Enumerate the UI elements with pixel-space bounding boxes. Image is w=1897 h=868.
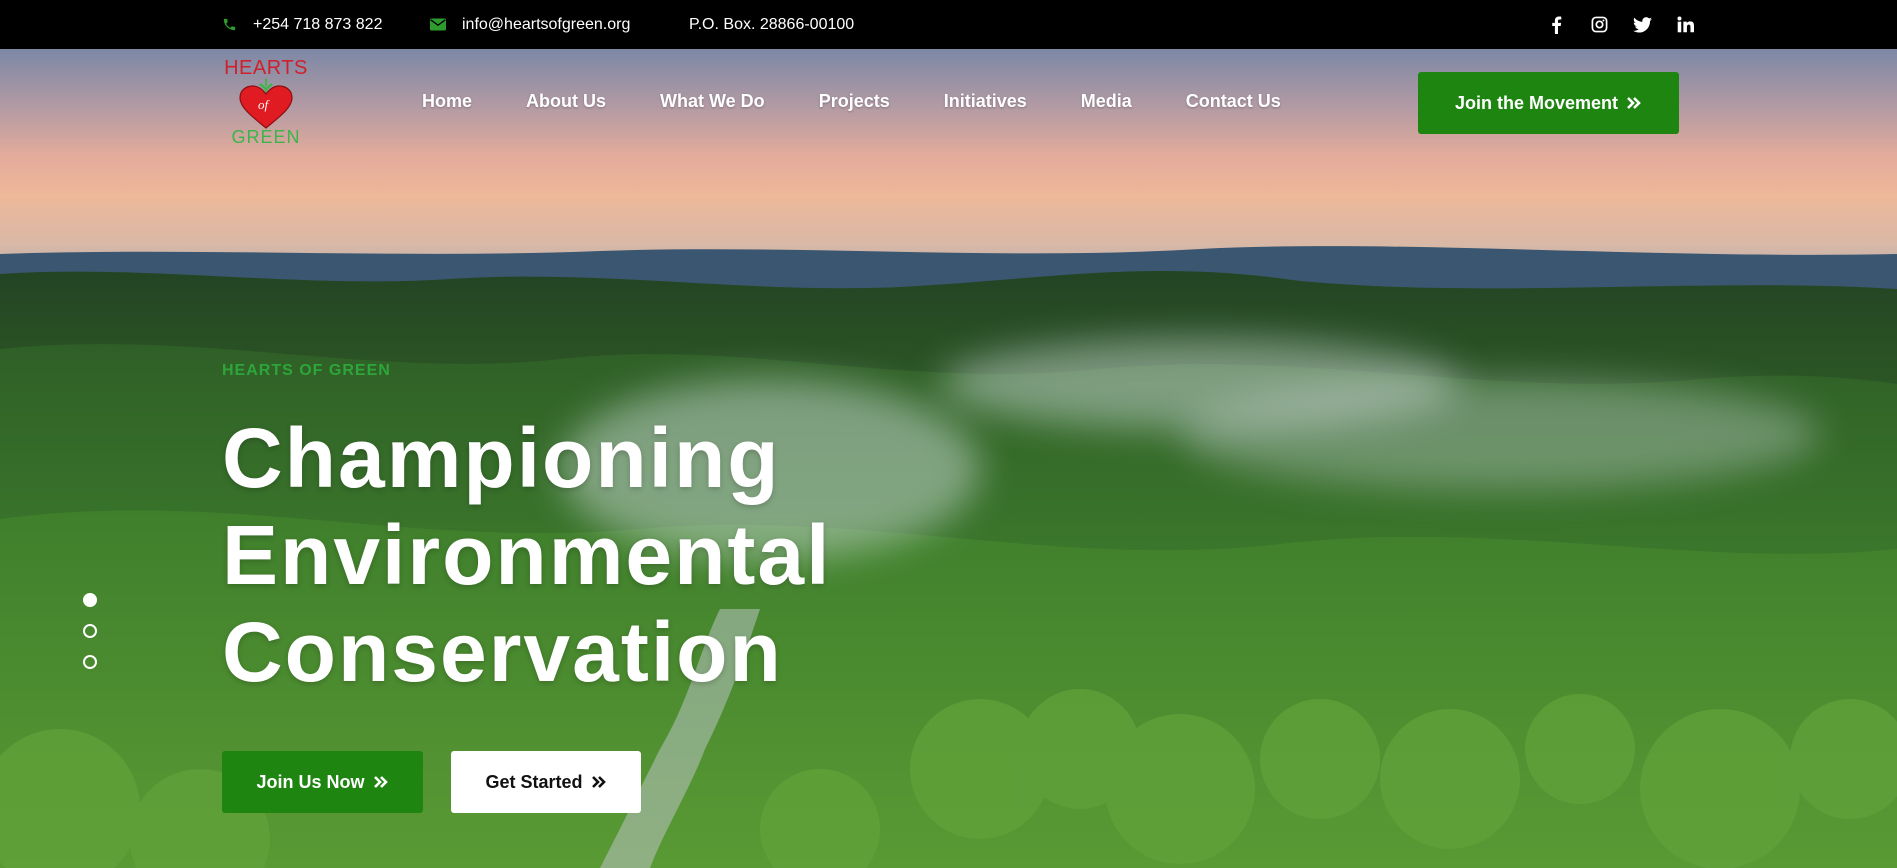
top-bar: +254 718 873 822 info@heartsofgreen.org … — [0, 0, 1897, 49]
logo-text-of: of — [258, 97, 269, 112]
double-chevron-right-icon — [373, 775, 389, 789]
headline-line-2: Environmental — [222, 508, 832, 602]
nav-media[interactable]: Media — [1081, 91, 1132, 112]
slider-dot-2[interactable] — [83, 624, 97, 638]
po-box-text: P.O. Box. 28866-00100 — [689, 15, 855, 33]
headline-line-3: Conservation — [222, 605, 783, 699]
twitter-icon[interactable] — [1630, 13, 1654, 37]
social-links — [1525, 0, 1697, 49]
logo-text-hearts: HEARTS — [224, 57, 308, 79]
email-address: info@heartsofgreen.org — [462, 15, 631, 33]
nav-initiatives[interactable]: Initiatives — [944, 91, 1027, 112]
nav-projects[interactable]: Projects — [819, 91, 890, 112]
join-us-now-button[interactable]: Join Us Now — [222, 751, 423, 813]
hero-headline: Championing Environmental Conservation — [222, 410, 982, 701]
hero-eyebrow: HEARTS OF GREEN — [222, 362, 391, 379]
slider-dot-3[interactable] — [83, 655, 97, 669]
phone-number: +254 718 873 822 — [253, 15, 383, 33]
join-us-now-label: Join Us Now — [256, 771, 365, 792]
email-contact[interactable]: info@heartsofgreen.org — [430, 0, 630, 49]
logo-text-green: GREEN — [231, 127, 301, 147]
slider-pagination — [83, 593, 97, 686]
instagram-icon[interactable] — [1587, 13, 1611, 37]
headline-line-1: Championing — [222, 411, 781, 505]
site-logo[interactable]: HEARTS of GREEN — [221, 58, 311, 148]
phone-contact[interactable]: +254 718 873 822 — [222, 0, 382, 49]
slider-dot-1[interactable] — [83, 593, 97, 607]
double-chevron-right-icon — [591, 775, 607, 789]
nav-about-us[interactable]: About Us — [526, 91, 606, 112]
po-box: P.O. Box. 28866-00100 — [689, 0, 854, 49]
phone-icon — [222, 17, 237, 32]
get-started-label: Get Started — [485, 771, 583, 792]
facebook-icon[interactable] — [1544, 13, 1568, 37]
join-movement-button[interactable]: Join the Movement — [1418, 72, 1679, 134]
double-chevron-right-icon — [1626, 96, 1642, 110]
join-movement-label: Join the Movement — [1454, 92, 1619, 113]
mist — [1180, 379, 1820, 489]
nav-contact-us[interactable]: Contact Us — [1186, 91, 1281, 112]
heart-icon: of — [221, 78, 311, 129]
nav-home[interactable]: Home — [422, 91, 472, 112]
main-nav: Home About Us What We Do Projects Initia… — [422, 78, 1335, 124]
nav-what-we-do[interactable]: What We Do — [660, 91, 765, 112]
linkedin-icon[interactable] — [1673, 13, 1697, 37]
get-started-button[interactable]: Get Started — [451, 751, 641, 813]
envelope-icon — [430, 18, 446, 31]
